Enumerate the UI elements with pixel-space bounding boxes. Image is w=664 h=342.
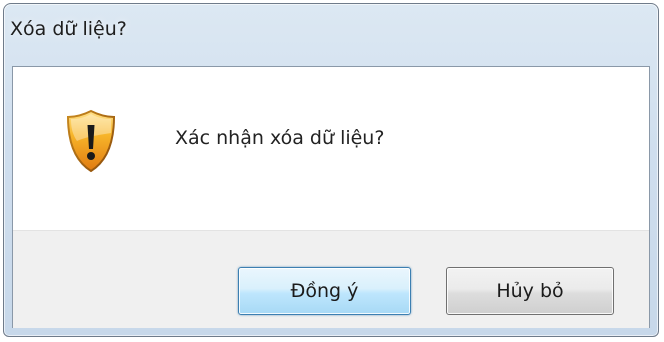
cancel-button[interactable]: Hủy bỏ <box>446 267 614 315</box>
button-bar: Đồng ý Hủy bỏ <box>13 230 649 328</box>
warning-shield-icon <box>66 109 116 173</box>
dialog-window: Xóa dữ liệu? Xác nhận xóa dữ liệu? Đồng … <box>3 3 659 337</box>
ok-button[interactable]: Đồng ý <box>238 267 411 315</box>
dialog-content: Xác nhận xóa dữ liệu? <box>13 67 649 230</box>
window-title: Xóa dữ liệu? <box>10 18 127 40</box>
title-bar[interactable]: Xóa dữ liệu? <box>4 4 658 66</box>
dialog-client-area: Xác nhận xóa dữ liệu? Đồng ý Hủy bỏ <box>12 66 650 328</box>
confirmation-message: Xác nhận xóa dữ liệu? <box>175 127 385 149</box>
